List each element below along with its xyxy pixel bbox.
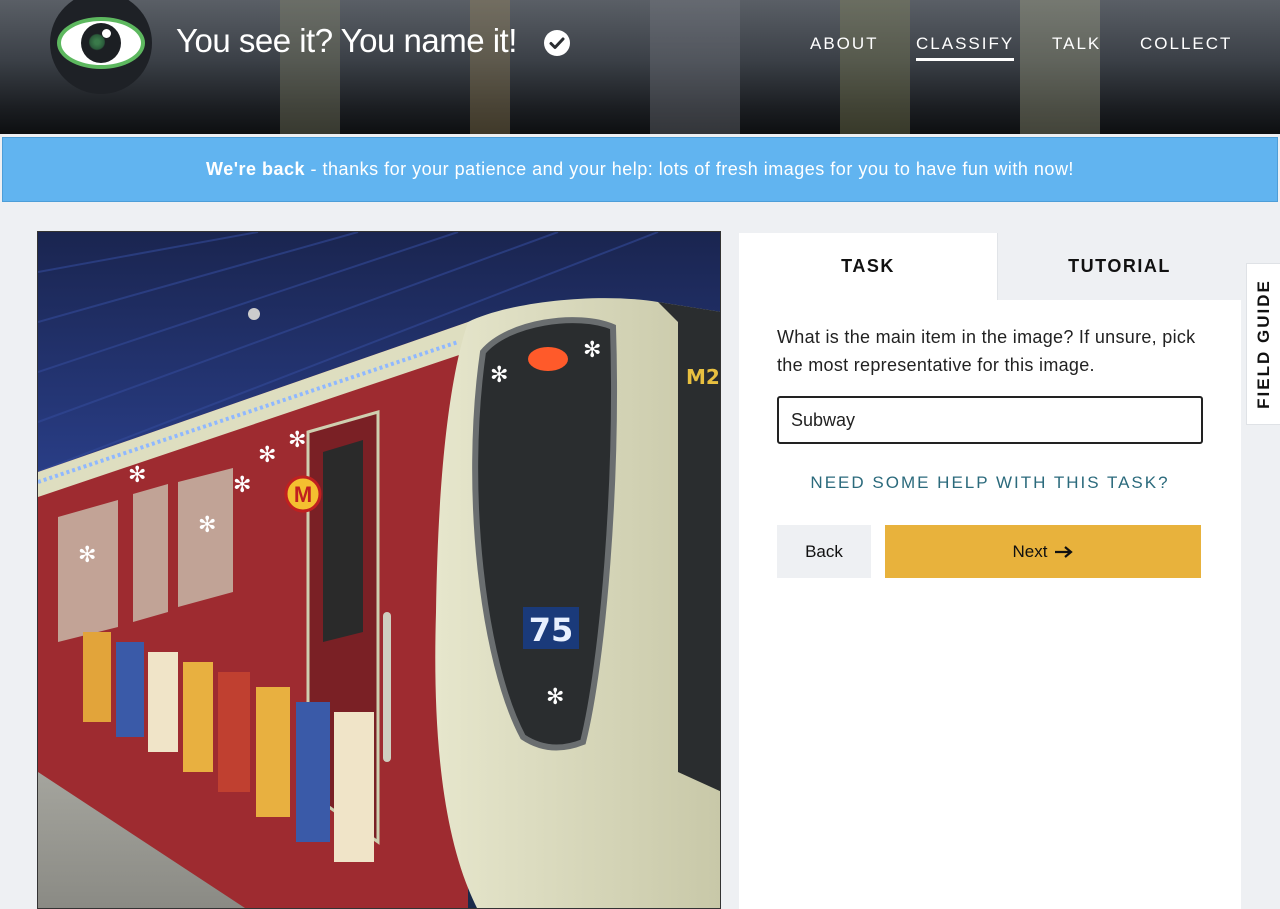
- eye-icon: [57, 17, 145, 69]
- header-bg-blur: [280, 0, 340, 134]
- metro-logo-letter: M: [294, 482, 312, 507]
- site-title[interactable]: You see it? You name it!: [176, 22, 517, 60]
- svg-text:✻: ✻: [233, 473, 251, 498]
- announcement-banner: We're back - thanks for your patience an…: [2, 137, 1278, 202]
- svg-text:✻: ✻: [198, 513, 216, 538]
- door-window: [323, 440, 363, 642]
- svg-text:✻: ✻: [583, 338, 601, 363]
- field-guide-tab[interactable]: FIELD GUIDE: [1246, 263, 1280, 425]
- header-bg-blur: [840, 0, 910, 134]
- back-button-label: Back: [805, 541, 843, 561]
- ceiling-lamp: [248, 308, 260, 320]
- svg-text:✻: ✻: [258, 443, 276, 468]
- arrow-right-icon: [1055, 545, 1074, 558]
- car-number: 75: [529, 611, 574, 649]
- answer-value: Subway: [791, 409, 856, 430]
- header-bg-blur: [650, 0, 740, 134]
- next-button[interactable]: Next: [885, 525, 1201, 578]
- next-button-label: Next: [1012, 541, 1048, 561]
- task-question: What is the main item in the image? If u…: [777, 327, 1196, 375]
- nav-collect[interactable]: COLLECT: [1140, 34, 1232, 54]
- project-logo[interactable]: [50, 0, 152, 94]
- banner-text: - thanks for your patience and your help…: [305, 159, 1074, 179]
- nav-about[interactable]: ABOUT: [810, 34, 879, 54]
- svg-text:✻: ✻: [78, 543, 96, 568]
- svg-text:✻: ✻: [490, 363, 508, 388]
- tab-tutorial[interactable]: TUTORIAL: [997, 233, 1241, 300]
- route-label: M2: [686, 365, 720, 389]
- site-header: You see it? You name it! ABOUT CLASSIFY …: [0, 0, 1280, 134]
- tab-task[interactable]: TASK: [739, 233, 997, 300]
- answer-input[interactable]: Subway: [777, 396, 1203, 444]
- headlight: [528, 347, 568, 371]
- field-guide-label: FIELD GUIDE: [1253, 279, 1273, 409]
- banner-bold: We're back: [206, 159, 306, 179]
- svg-text:✻: ✻: [288, 428, 306, 453]
- nav-classify[interactable]: CLASSIFY: [916, 34, 1015, 61]
- back-button[interactable]: Back: [777, 525, 871, 578]
- svg-text:✻: ✻: [546, 685, 564, 710]
- nav-talk[interactable]: TALK: [1052, 34, 1101, 54]
- door-handle: [383, 612, 391, 762]
- help-link[interactable]: NEED SOME HELP WITH THIS TASK?: [777, 473, 1203, 493]
- header-bg-blur: [470, 0, 510, 134]
- subject-image[interactable]: M ✻ ✻ ✻ ✻ ✻ ✻ 75 ✻ ✻ ✻ M2: [37, 231, 721, 909]
- check-circle-icon: [544, 30, 570, 56]
- task-panel: TASK TUTORIAL What is the main item in t…: [739, 233, 1241, 909]
- header-bg-blur: [1020, 0, 1100, 134]
- svg-text:✻: ✻: [128, 463, 146, 488]
